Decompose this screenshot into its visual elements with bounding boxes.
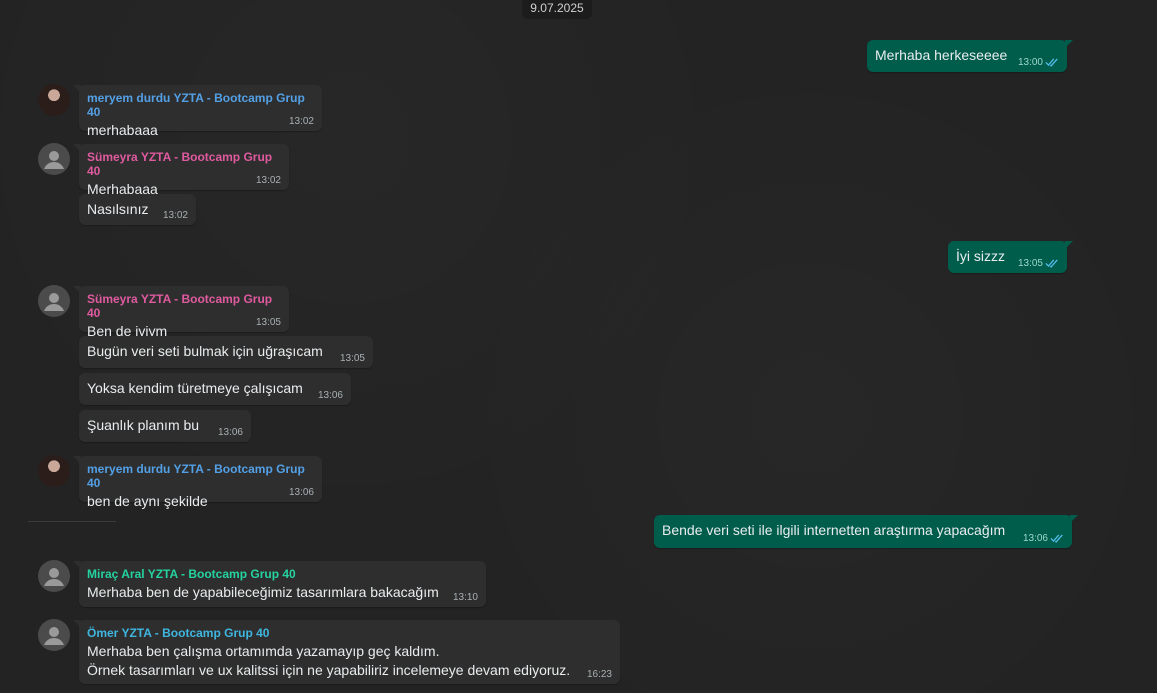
- message-bubble-incoming[interactable]: meryem durdu YZTA - Bootcamp Grup 40 mer…: [73, 85, 322, 138]
- user-icon: [44, 568, 64, 586]
- message-time: 13:06: [288, 487, 314, 498]
- read-ticks-icon: [1045, 58, 1058, 67]
- sender-name[interactable]: Sümeyra YZTA - Bootcamp Grup 40: [87, 150, 281, 178]
- message-time: 13:02: [255, 175, 281, 186]
- avatar-meryem[interactable]: [38, 455, 70, 487]
- date-separator: 9.07.2025: [522, 0, 592, 19]
- message-bubble-incoming[interactable]: Miraç Aral YZTA - Bootcamp Grup 40 Merha…: [73, 561, 486, 607]
- sender-name[interactable]: Ömer YZTA - Bootcamp Grup 40: [87, 626, 612, 640]
- message-time: 13:05: [339, 353, 365, 364]
- message-bubble-incoming[interactable]: Bugün veri seti bulmak için uğraşıcam 13…: [79, 336, 373, 368]
- avatar-default[interactable]: [38, 143, 70, 175]
- avatar-default[interactable]: [38, 560, 70, 592]
- read-ticks-icon: [1045, 259, 1058, 268]
- message-text: merhabaaa: [87, 122, 158, 138]
- message-time: 13:06: [1022, 533, 1048, 544]
- message-time: 13:06: [317, 390, 343, 401]
- message-time: 13:02: [162, 210, 188, 221]
- sender-name[interactable]: Sümeyra YZTA - Bootcamp Grup 40: [87, 292, 281, 320]
- message-bubble-outgoing[interactable]: Merhaba herkeseeee 13:00: [867, 40, 1073, 72]
- user-icon: [44, 151, 64, 169]
- message-time: 13:10: [452, 592, 478, 603]
- sender-name[interactable]: Miraç Aral YZTA - Bootcamp Grup 40: [87, 567, 478, 581]
- user-icon: [44, 293, 64, 311]
- message-text: ben de aynı şekilde: [87, 493, 208, 509]
- message-bubble-incoming[interactable]: Sümeyra YZTA - Bootcamp Grup 40 Merhabaa…: [73, 144, 289, 197]
- message-text: Yoksa kendim türetmeye çalışıcam: [87, 380, 303, 396]
- message-text: İyi sizzz: [956, 248, 1005, 264]
- message-bubble-incoming[interactable]: Ömer YZTA - Bootcamp Grup 40 Merhaba ben…: [73, 620, 620, 684]
- message-bubble-incoming[interactable]: Sümeyra YZTA - Bootcamp Grup 40 Ben de i…: [73, 286, 289, 339]
- message-bubble-incoming[interactable]: Nasılsınız 13:02: [79, 194, 196, 225]
- message-bubble-outgoing[interactable]: İyi sizzz 13:05: [948, 241, 1073, 273]
- avatar-meryem[interactable]: [38, 84, 70, 116]
- message-time: 13:05: [1017, 258, 1043, 269]
- message-bubble-incoming[interactable]: Yoksa kendim türetmeye çalışıcam 13:06: [79, 373, 351, 405]
- message-time: 13:05: [255, 317, 281, 328]
- avatar-default[interactable]: [38, 619, 70, 651]
- message-time: 13:06: [217, 427, 243, 438]
- user-icon: [44, 627, 64, 645]
- message-time: 16:23: [586, 669, 612, 680]
- message-text: Merhaba ben de yapabileceğimiz tasarımla…: [87, 584, 439, 600]
- message-bubble-incoming[interactable]: Şuanlık planım bu 13:06: [79, 410, 251, 442]
- avatar-default[interactable]: [38, 285, 70, 317]
- message-bubble-incoming[interactable]: meryem durdu YZTA - Bootcamp Grup 40 ben…: [73, 456, 322, 509]
- message-time: 13:02: [288, 116, 314, 127]
- read-ticks-icon: [1050, 534, 1063, 543]
- message-bubble-outgoing[interactable]: Bende veri seti ile ilgili internetten a…: [654, 515, 1078, 548]
- divider: [28, 521, 116, 522]
- message-text: Merhaba ben çalışma ortamımda yazamayıp …: [87, 643, 571, 678]
- sender-name[interactable]: meryem durdu YZTA - Bootcamp Grup 40: [87, 462, 314, 490]
- sender-name[interactable]: meryem durdu YZTA - Bootcamp Grup 40: [87, 91, 314, 119]
- message-text: Bende veri seti ile ilgili internetten a…: [662, 522, 1006, 538]
- message-text: Bugün veri seti bulmak için uğraşıcam: [87, 343, 323, 359]
- message-time: 13:00: [1017, 57, 1043, 68]
